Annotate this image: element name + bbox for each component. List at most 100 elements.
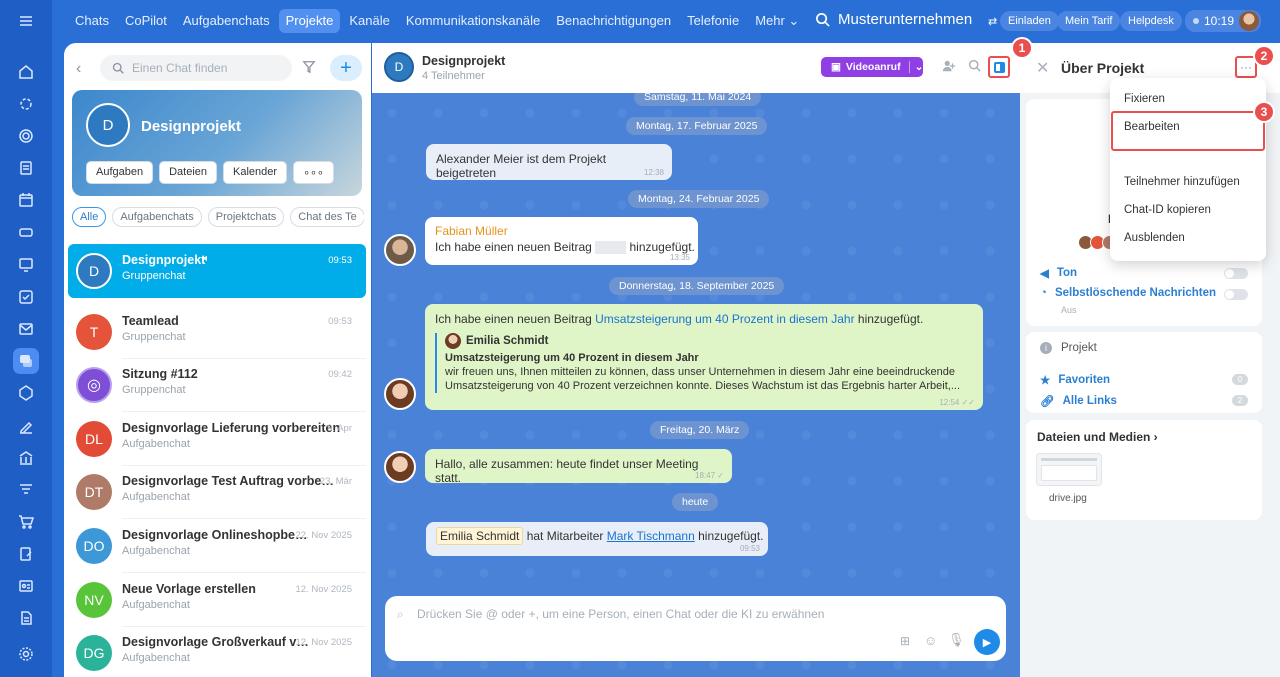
sign-icon[interactable] (13, 413, 39, 439)
post-quote[interactable]: Emilia Schmidt Umsatzsteigerung um 40 Pr… (435, 333, 973, 393)
chat-icon[interactable] (13, 348, 39, 374)
add-user-icon[interactable] (942, 59, 956, 76)
grid-icon[interactable]: ⊞ (900, 634, 910, 648)
favorites-link[interactable]: ★ Favoriten (1040, 373, 1110, 387)
mention-mark[interactable]: Mark Tischmann (607, 529, 695, 543)
tab-team-chat[interactable]: Chat des Te (290, 207, 364, 227)
nav-item[interactable]: Benachrichtigungen (549, 9, 678, 33)
invite-button[interactable]: Einladen (1000, 11, 1059, 31)
send-button[interactable]: ▶ (974, 629, 1000, 655)
nav-item[interactable]: Telefonie (680, 9, 746, 33)
project-row: i Projekt (1040, 342, 1097, 354)
files-button[interactable]: Dateien (159, 161, 218, 184)
sound-toggle[interactable] (1224, 268, 1248, 279)
nav-item[interactable]: Kommunikationskanäle (399, 9, 547, 33)
file-thumbnail[interactable] (1036, 453, 1102, 486)
date-separator: Freitag, 20. März (650, 421, 750, 439)
menu-item-add-members[interactable]: Teilnehmer hinzufügen (1124, 176, 1240, 188)
tasks-button[interactable]: Aufgaben (86, 161, 154, 184)
mail-icon[interactable] (13, 316, 39, 342)
files-media-title[interactable]: Dateien und Medien › (1037, 430, 1158, 444)
clock-widget[interactable]: 10:19 (1185, 10, 1262, 32)
id-card-icon[interactable] (13, 573, 39, 599)
mention-emilia[interactable]: Emilia Schmidt (436, 527, 524, 545)
chat-list-item[interactable]: ◎ Sitzung #112 Gruppenchat 09:42 (68, 358, 366, 412)
back-chevron-icon[interactable]: ‹ (76, 60, 81, 78)
search-messages-icon[interactable] (968, 59, 981, 75)
nav-item[interactable]: Mehr ⌄ (748, 9, 806, 33)
all-links-link[interactable]: 🔗︎ Alle Links (1040, 394, 1117, 408)
nav-item[interactable]: Kanäle (342, 9, 396, 33)
message-input[interactable]: ⌕ Drücken Sie @ oder +, um eine Person, … (385, 596, 1006, 661)
nav-item[interactable]: Projekte (278, 9, 341, 33)
video-call-button[interactable]: ▣ Videoanruf ⌄ (821, 57, 923, 77)
file-icon[interactable] (13, 605, 39, 631)
calendar-button[interactable]: Kalender (223, 161, 288, 184)
menu-icon[interactable] (13, 8, 39, 34)
member-count[interactable]: 4 Teilnehmer (422, 70, 485, 82)
attach-icon[interactable]: ⌕ (397, 607, 404, 622)
tab-task-chats[interactable]: Aufgabenchats (112, 207, 202, 227)
more-button[interactable]: ∘∘∘ (293, 161, 334, 184)
status-dot-icon (1193, 18, 1199, 24)
nav-item[interactable]: Chats (68, 9, 116, 33)
chat-name: Designvorlage Großverkauf v… (122, 635, 309, 649)
message-text: Ich habe einen neuen Beitrag (435, 240, 592, 254)
document-icon[interactable] (13, 155, 39, 181)
chat-list-item[interactable]: DG Designvorlage Großverkauf v… Aufgabench… (68, 626, 366, 677)
target-icon[interactable] (13, 123, 39, 149)
board-icon[interactable] (13, 252, 39, 278)
chat-time: 09:53 (328, 316, 352, 327)
message-area[interactable]: Samstag, 11. Mai 2024 Montag, 17. Februa… (372, 93, 1020, 677)
tab-project-chats[interactable]: Projektchats (207, 207, 285, 227)
chat-list-item[interactable]: T Teamlead Gruppenchat 09:53 (68, 305, 366, 359)
puzzle-icon[interactable] (13, 380, 39, 406)
chat-list-item[interactable]: DO Designvorlage Onlineshopbe… Aufgabencha… (68, 519, 366, 573)
home-icon[interactable] (13, 59, 39, 85)
menu-item-pin[interactable]: Fixieren (1124, 93, 1165, 105)
add-chat-button[interactable]: + (330, 55, 362, 81)
drive-icon[interactable] (13, 219, 39, 245)
hub-icon[interactable] (13, 91, 39, 117)
cart-icon[interactable] (13, 509, 39, 535)
bank-icon[interactable] (13, 445, 39, 471)
swap-icon[interactable]: ⇄ (988, 11, 997, 31)
emilia-avatar[interactable] (384, 451, 416, 483)
chat-list-item[interactable]: D Designprojekt Gruppenchat 09:53 ◂ (68, 244, 366, 298)
calendar-icon[interactable] (13, 187, 39, 213)
chat-type: Aufgabenchat (122, 652, 190, 664)
chat-list-item[interactable]: DT Designvorlage Test Auftrag vorbe… Aufga… (68, 465, 366, 519)
close-icon[interactable]: ✕ (1036, 58, 1049, 78)
autodelete-toggle[interactable] (1224, 289, 1248, 300)
company-search[interactable]: Musterunternehmen (815, 11, 972, 28)
sidebar-toggle-icon[interactable] (988, 56, 1010, 78)
edit-doc-icon[interactable] (13, 541, 39, 567)
chat-filter-tabs: Alle Aufgabenchats Projektchats Chat des… (72, 207, 364, 227)
settings-gear-icon[interactable] (13, 641, 39, 667)
menu-item-hide[interactable]: Ausblenden (1124, 232, 1185, 244)
chat-title[interactable]: Designprojekt (422, 54, 505, 68)
chat-search-input[interactable]: Einen Chat finden (100, 55, 292, 81)
emilia-avatar[interactable] (384, 378, 416, 410)
helpdesk-button[interactable]: Helpdesk (1120, 11, 1182, 31)
filter-icon[interactable] (302, 60, 316, 77)
filter-stack-icon[interactable] (13, 477, 39, 503)
task-check-icon[interactable] (13, 284, 39, 310)
file-name[interactable]: drive.jpg (1049, 493, 1087, 504)
post-link[interactable]: Umsatzsteigerung um 40 Prozent in diesem… (595, 312, 854, 326)
fabian-avatar[interactable] (384, 234, 416, 266)
plan-button[interactable]: Mein Tarif (1057, 11, 1121, 31)
emoji-icon[interactable]: ☺ (924, 633, 937, 648)
chat-list-item[interactable]: NV Neue Vorlage erstellen Aufgabenchat 12. … (68, 573, 366, 627)
nav-item[interactable]: Aufgabenchats (176, 9, 277, 33)
speaker-icon: ◀ (1040, 268, 1049, 280)
menu-item-copy-chat-id[interactable]: Chat-ID kopieren (1124, 204, 1211, 216)
user-avatar[interactable] (1239, 11, 1260, 31)
chevron-down-icon[interactable]: ⌄ (908, 61, 923, 73)
nav-item[interactable]: CoPilot (118, 9, 174, 33)
top-bar: Chats CoPilot Aufgabenchats Projekte Kanäle K… (52, 0, 1280, 42)
microphone-icon[interactable]: 🎙︎ (948, 632, 965, 648)
chat-type: Aufgabenchat (122, 438, 190, 450)
tab-all[interactable]: Alle (72, 207, 107, 227)
chat-list-item[interactable]: DL Designvorlage Lieferung vorbereiten Auf… (68, 412, 366, 466)
